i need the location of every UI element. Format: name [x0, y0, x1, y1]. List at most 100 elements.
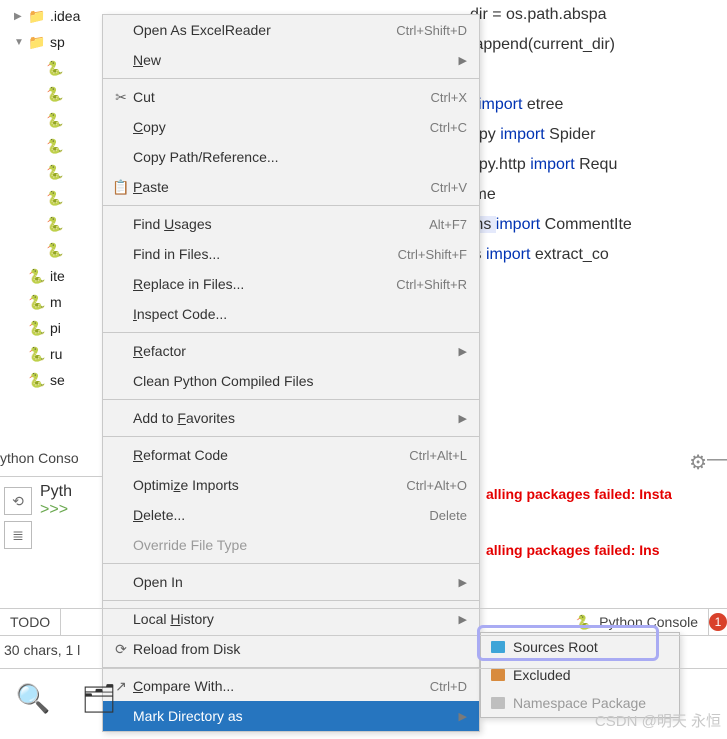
menu-item[interactable]: ⟳Reload from Disk [103, 634, 479, 664]
notification-badge[interactable]: 1 [709, 613, 727, 631]
tree-item[interactable]: 🐍 [0, 81, 102, 107]
menu-item[interactable]: Delete...Delete [103, 500, 479, 530]
tree-label: ru [50, 346, 62, 362]
menu-item[interactable]: Add to Favorites▶ [103, 403, 479, 433]
menu-label: Paste [131, 179, 431, 195]
watermark: CSDN @明天 永恒 [595, 710, 721, 731]
menu-item[interactable]: Open In▶ [103, 567, 479, 597]
tab-python-console[interactable]: 🐍 Python Console [566, 609, 709, 635]
menu-item[interactable]: Find in Files...Ctrl+Shift+F [103, 239, 479, 269]
submenu-item[interactable]: Sources Root [481, 633, 679, 661]
chevron-right-icon: ▶ [459, 412, 467, 425]
console-soft-wrap-button[interactable]: ≣ [4, 521, 32, 549]
menu-shortcut: Ctrl+Shift+D [396, 23, 467, 38]
folder-icon: 📁 [28, 8, 46, 25]
menu-shortcut: Ctrl+Shift+R [396, 277, 467, 292]
menu-item[interactable]: Replace in Files...Ctrl+Shift+R [103, 269, 479, 299]
tab-todo[interactable]: TODO [0, 609, 61, 635]
python-file-icon: 🐍 [46, 138, 64, 155]
tree-label: ite [50, 268, 65, 284]
tree-item[interactable]: 🐍 [0, 55, 102, 81]
gear-icon[interactable]: ⚙ [689, 450, 707, 475]
menu-item[interactable]: Optimize ImportsCtrl+Alt+O [103, 470, 479, 500]
tree-label: se [50, 372, 65, 388]
menu-label: Open As ExcelReader [131, 22, 396, 38]
tree-label: sp [50, 34, 65, 50]
menu-shortcut: Ctrl+X [431, 90, 467, 105]
explorer-button[interactable]: 🗂 [66, 673, 132, 725]
menu-item[interactable]: Refactor▶ [103, 336, 479, 366]
search-button[interactable]: 🔍 [0, 673, 66, 725]
python-file-icon: 🐍 [46, 112, 64, 129]
submenu-label: Sources Root [513, 639, 598, 655]
tree-item[interactable]: 🐍 [0, 107, 102, 133]
tree-item[interactable]: ▼📁sp [0, 29, 102, 55]
menu-label: New [131, 52, 459, 68]
menu-label: Reformat Code [131, 447, 409, 463]
tree-item[interactable]: 🐍ru [0, 341, 102, 367]
python-file-icon: 🐍 [46, 60, 64, 77]
menu-label: Copy [131, 119, 430, 135]
chevron-right-icon: ▶ [459, 54, 467, 67]
tree-label: pi [50, 320, 61, 336]
menu-label: Override File Type [131, 537, 467, 553]
code-editor[interactable]: dir = os.path.abspa.append(current_dir)e… [470, 0, 727, 270]
menu-item[interactable]: Find UsagesAlt+F7 [103, 209, 479, 239]
menu-item[interactable]: Copy Path/Reference... [103, 142, 479, 172]
chevron-right-icon: ▶ [459, 345, 467, 358]
menu-item[interactable]: Open As ExcelReaderCtrl+Shift+D [103, 15, 479, 45]
tool-window-tabs[interactable]: TODO 🐍 Python Console 1 [0, 608, 727, 636]
hide-icon[interactable]: — [707, 448, 727, 471]
menu-shortcut: Alt+F7 [429, 217, 467, 232]
menu-shortcut: Ctrl+Alt+O [406, 478, 467, 493]
python-file-icon: 🐍 [46, 242, 64, 259]
menu-item[interactable]: Override File Type [103, 530, 479, 560]
python-file-icon: 🐍 [28, 268, 46, 285]
cut-icon: ✂ [111, 89, 131, 106]
project-tree[interactable]: ▶📁.idea ▼📁sp 🐍 🐍 🐍 🐍 🐍 🐍 🐍 🐍 🐍ite 🐍m 🐍pi… [0, 0, 102, 393]
menu-item[interactable]: 📋PasteCtrl+V [103, 172, 479, 202]
tree-item[interactable]: 🐍se [0, 367, 102, 393]
menu-label: Delete... [131, 507, 429, 523]
tree-item[interactable]: 🐍 ite [0, 263, 102, 289]
python-file-icon: 🐍 [46, 86, 64, 103]
console-restart-button[interactable]: ⟲ [4, 487, 32, 515]
menu-label: Reload from Disk [131, 641, 467, 657]
python-file-icon: 🐍 [28, 294, 46, 311]
tree-item[interactable]: 🐍 [0, 237, 102, 263]
tree-item[interactable]: 🐍 [0, 133, 102, 159]
menu-shortcut: Ctrl+Alt+L [409, 448, 467, 463]
paste-icon: 📋 [111, 179, 131, 196]
menu-label: Replace in Files... [131, 276, 396, 292]
menu-item[interactable]: New▶ [103, 45, 479, 75]
tab-label: Python Console [599, 614, 698, 630]
menu-item[interactable]: Inspect Code... [103, 299, 479, 329]
tree-item[interactable]: ▶📁.idea [0, 3, 102, 29]
error-message: alling packages failed: Ins [486, 542, 660, 558]
menu-label: Optimize Imports [131, 477, 406, 493]
menu-item[interactable]: CopyCtrl+C [103, 112, 479, 142]
menu-item[interactable]: Clean Python Compiled Files [103, 366, 479, 396]
python-console[interactable]: ⟲ ≣ Pyth >>> [0, 476, 102, 553]
menu-item[interactable]: Reformat CodeCtrl+Alt+L [103, 440, 479, 470]
menu-item[interactable]: ✂CutCtrl+X [103, 82, 479, 112]
tree-item[interactable]: 🐍 [0, 211, 102, 237]
python-console-header: ython Conso [0, 450, 102, 466]
console-prompt: >>> [40, 501, 102, 519]
folder-icon: 📁 [28, 34, 46, 51]
tree-item[interactable]: 🐍m [0, 289, 102, 315]
tree-item[interactable]: 🐍 [0, 185, 102, 211]
python-file-icon: 🐍 [28, 320, 46, 337]
menu-shortcut: Ctrl+C [430, 120, 467, 135]
tree-item[interactable]: 🐍pi [0, 315, 102, 341]
python-file-icon: 🐍 [28, 346, 46, 363]
python-file-icon: 🐍 [28, 372, 46, 389]
menu-shortcut: Ctrl+V [431, 180, 467, 195]
python-icon: 🐍 [576, 614, 593, 631]
tree-item[interactable]: 🐍 [0, 159, 102, 185]
python-file-icon: 🐍 [46, 164, 64, 181]
menu-label: Clean Python Compiled Files [131, 373, 467, 389]
error-message: alling packages failed: Insta [486, 486, 672, 502]
status-bar: 30 chars, 1 l [0, 642, 80, 658]
menu-label: Open In [131, 574, 459, 590]
